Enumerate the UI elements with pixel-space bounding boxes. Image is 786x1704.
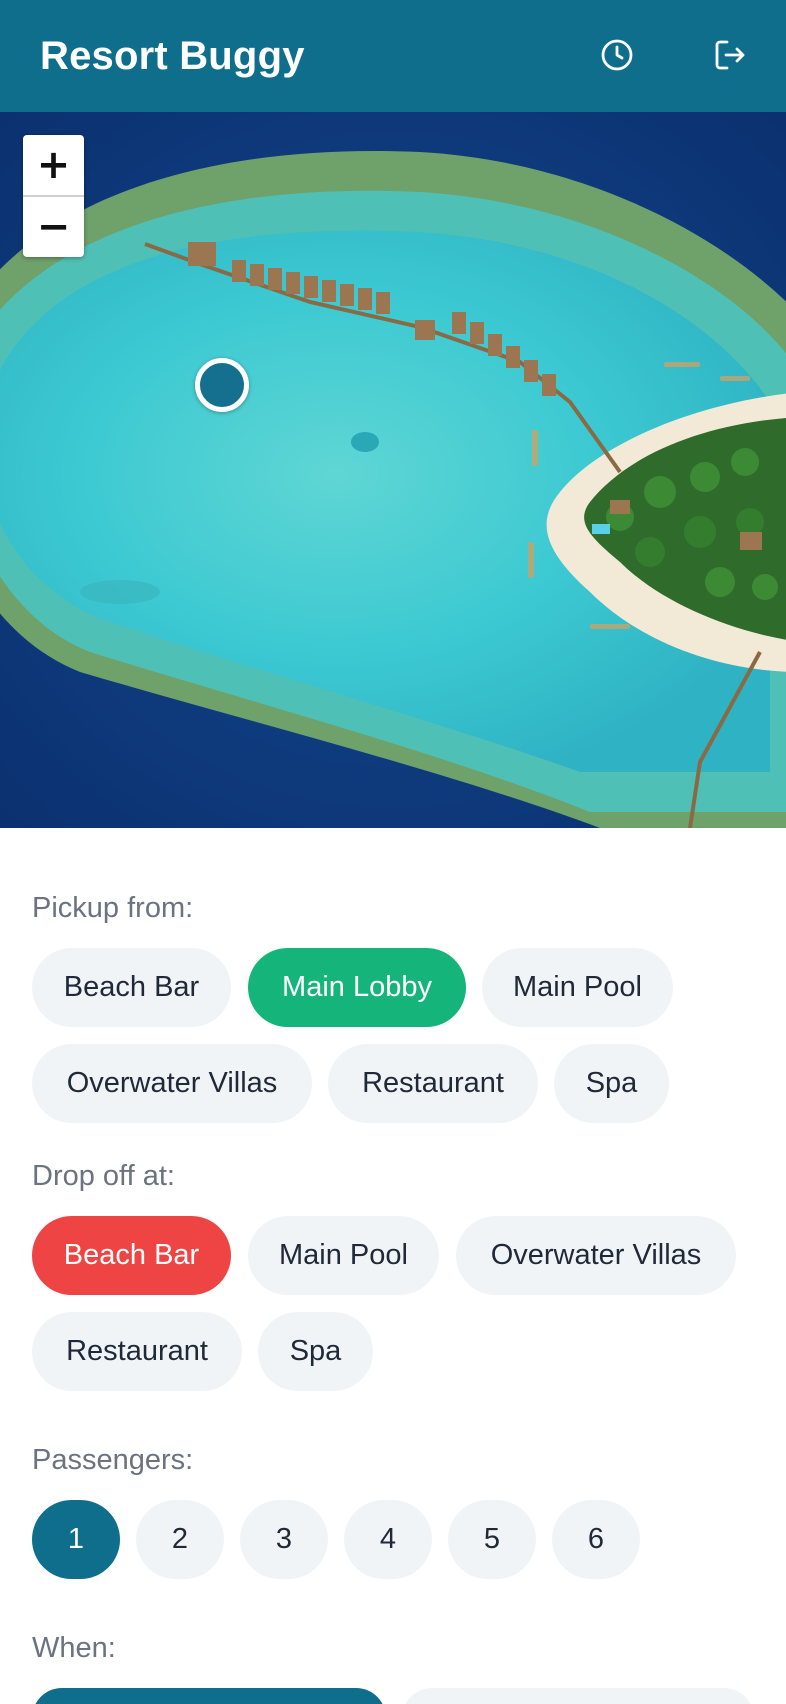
dropoff-option-beach-bar[interactable]: Beach Bar	[32, 1216, 231, 1295]
clock-icon[interactable]	[600, 38, 634, 72]
when-option-button[interactable]	[402, 1688, 754, 1704]
pickup-option-spa[interactable]: Spa	[554, 1044, 669, 1123]
when-option-selected-button[interactable]	[32, 1688, 386, 1704]
passengers-option-2[interactable]: 2	[136, 1500, 224, 1579]
zoom-out-button[interactable]: −	[23, 197, 84, 257]
app-root: Resort Buggy + − Pickup from: Beach Bar …	[0, 0, 786, 1704]
dropoff-option-spa[interactable]: Spa	[258, 1312, 373, 1391]
app-title: Resort Buggy	[40, 33, 305, 78]
passengers-option-1[interactable]: 1	[32, 1500, 120, 1579]
zoom-in-button[interactable]: +	[23, 135, 84, 197]
pickup-option-main-pool[interactable]: Main Pool	[482, 948, 673, 1027]
pickup-option-overwater-villas[interactable]: Overwater Villas	[32, 1044, 312, 1123]
pickup-option-beach-bar[interactable]: Beach Bar	[32, 948, 231, 1027]
passengers-option-6[interactable]: 6	[552, 1500, 640, 1579]
pickup-option-restaurant[interactable]: Restaurant	[328, 1044, 538, 1123]
when-label: When:	[32, 1632, 116, 1664]
passengers-option-3[interactable]: 3	[240, 1500, 328, 1579]
passengers-option-5[interactable]: 5	[448, 1500, 536, 1579]
pickup-option-main-lobby[interactable]: Main Lobby	[248, 948, 466, 1027]
map-satellite-image	[0, 112, 786, 828]
dropoff-option-overwater-villas[interactable]: Overwater Villas	[456, 1216, 736, 1295]
resort-map[interactable]: + −	[0, 112, 786, 828]
dropoff-label: Drop off at:	[32, 1160, 175, 1192]
passengers-option-4[interactable]: 4	[344, 1500, 432, 1579]
passengers-label: Passengers:	[32, 1444, 194, 1476]
map-zoom-control: + −	[23, 135, 84, 257]
pickup-location-marker[interactable]	[195, 358, 249, 412]
logout-icon[interactable]	[713, 38, 747, 72]
dropoff-option-main-pool[interactable]: Main Pool	[248, 1216, 439, 1295]
pickup-label: Pickup from:	[32, 892, 194, 924]
app-header: Resort Buggy	[0, 0, 786, 112]
dropoff-option-restaurant[interactable]: Restaurant	[32, 1312, 242, 1391]
